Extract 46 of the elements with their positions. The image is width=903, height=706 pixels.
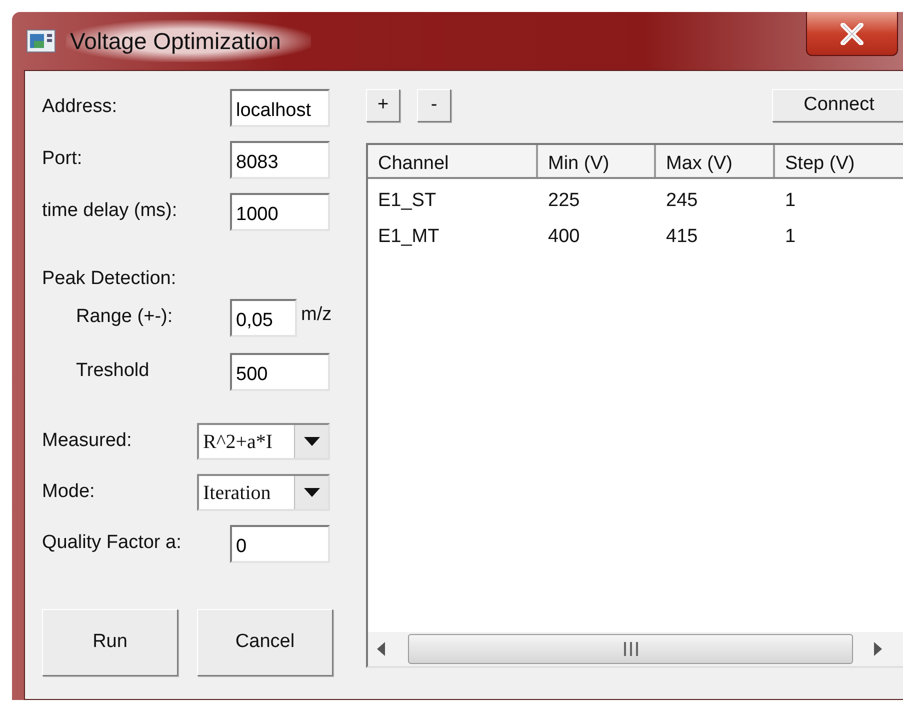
field-label: time delay (ms): bbox=[42, 199, 178, 223]
field-label: Range (+-): bbox=[76, 305, 174, 329]
table-cell: 245 bbox=[666, 190, 698, 211]
app-icon bbox=[26, 29, 56, 53]
field-label: Measured: bbox=[42, 429, 133, 453]
table-cell: 1 bbox=[785, 226, 796, 247]
table-cell: 225 bbox=[548, 190, 580, 211]
table-cell: 1 bbox=[785, 190, 796, 211]
text-field[interactable]: 0 bbox=[230, 525, 330, 563]
dialog-button[interactable]: Run bbox=[42, 609, 178, 676]
field-label: Port: bbox=[42, 147, 84, 171]
text-field[interactable]: localhost bbox=[230, 89, 330, 127]
field-label: Address: bbox=[42, 95, 118, 119]
section-label: Peak Detection: bbox=[42, 268, 176, 289]
connect-button[interactable]: Connect bbox=[772, 89, 903, 122]
toolbar-button[interactable]: - bbox=[417, 89, 451, 122]
table-cell: 415 bbox=[666, 226, 698, 247]
text-field[interactable]: 500 bbox=[230, 353, 330, 391]
scroll-right-icon bbox=[873, 642, 883, 656]
close-button[interactable] bbox=[806, 12, 898, 56]
caret-icon bbox=[304, 488, 320, 497]
dropdown[interactable]: R^2+a*I bbox=[197, 423, 330, 460]
dropdown[interactable]: Iteration bbox=[197, 474, 330, 511]
dialog-button[interactable]: Cancel bbox=[197, 609, 333, 676]
text-field[interactable]: 1000 bbox=[230, 193, 330, 231]
text-field[interactable]: 0,05 bbox=[230, 299, 297, 337]
horizontal-scrollbar[interactable] bbox=[368, 632, 903, 666]
column-header[interactable]: Channel bbox=[368, 145, 538, 177]
table-cell: E1_ST bbox=[378, 190, 436, 211]
field-label: Quality Factor a: bbox=[42, 531, 182, 555]
toolbar-button[interactable]: + bbox=[366, 89, 400, 122]
text-field[interactable]: 8083 bbox=[230, 141, 330, 179]
table-cell: 400 bbox=[548, 226, 580, 247]
column-header[interactable]: Max (V) bbox=[656, 145, 775, 177]
table-cell: E1_MT bbox=[378, 226, 440, 247]
field-label: Mode: bbox=[42, 480, 96, 504]
scrollbar-thumb[interactable] bbox=[408, 634, 853, 664]
field-label: Treshold bbox=[76, 359, 150, 383]
column-header[interactable]: Step (V) bbox=[775, 145, 887, 177]
column-header[interactable]: Min (V) bbox=[538, 145, 656, 177]
unit-label: m/z bbox=[301, 303, 332, 327]
scroll-left-icon bbox=[376, 642, 386, 656]
close-icon bbox=[839, 22, 865, 44]
caret-icon bbox=[304, 437, 320, 446]
grip-icon bbox=[622, 642, 638, 656]
window-title: Voltage Optimization bbox=[66, 20, 311, 62]
